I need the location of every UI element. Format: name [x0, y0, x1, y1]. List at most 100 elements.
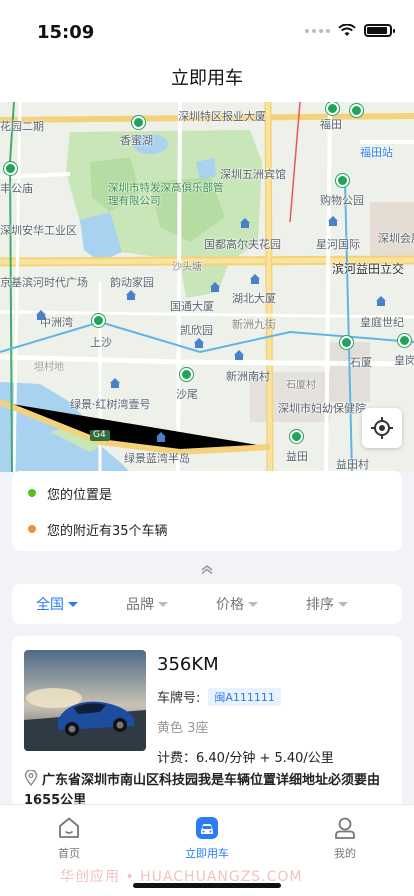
map-label: 石厦 — [350, 356, 372, 369]
chevron-up-icon[interactable] — [200, 564, 214, 574]
poi-icon — [240, 218, 250, 228]
map-label: 益田村 — [336, 458, 369, 471]
metro-station-icon — [336, 174, 349, 187]
location-info-card: 您的位置是 您的附近有35个车辆 — [12, 471, 402, 551]
map-label: 上沙 — [90, 336, 112, 349]
orange-dot-icon — [28, 525, 36, 533]
map-label: 沙尾 — [176, 388, 198, 401]
status-bar: 15:09 — [0, 0, 414, 60]
locate-button[interactable] — [362, 408, 402, 448]
tab-label: 我的 — [334, 847, 356, 860]
location-row: 您的位置是 — [28, 485, 402, 503]
map-label: 深圳五洲宾馆 — [220, 168, 286, 181]
map-label: 香蜜湖 — [120, 134, 153, 147]
filter-label: 全国 — [36, 597, 64, 613]
car-image — [24, 650, 146, 751]
car-address-text: 广东省深圳市南山区科技园我是车辆位置详细地址必须要由1655公里 — [24, 773, 381, 808]
map-label: 皇岗 — [394, 354, 414, 367]
map-label: 深圳市特发深高俱乐部管理有限公司 — [108, 182, 224, 207]
poi-icon — [156, 432, 166, 442]
filter-label: 品牌 — [126, 597, 154, 613]
highway-shield: G4 — [93, 430, 106, 440]
map-label: 购物公园 — [320, 194, 364, 207]
filter-price[interactable]: 价格 — [192, 594, 282, 614]
home-indicator — [133, 883, 281, 888]
caret-down-icon — [158, 601, 168, 607]
home-icon — [59, 817, 79, 838]
filter-bar: 全国 品牌 价格 排序 — [12, 584, 402, 624]
map-label: 石厦村 — [286, 380, 316, 391]
map-label: 深圳安华工业区 — [0, 224, 77, 237]
car-info: 356KM 车牌号: 闽A111111 黄色 3座 计费：6.40/分钟 + 5… — [157, 654, 334, 766]
nearby-count-label: 您的附近有35个车辆 — [47, 523, 168, 539]
poi-icon — [194, 338, 204, 348]
tab-home[interactable]: 首页 — [29, 815, 109, 861]
metro-station-icon — [180, 368, 193, 381]
page-title: 立即用车 — [171, 68, 243, 89]
metro-station-icon — [290, 430, 303, 443]
status-time: 15:09 — [37, 22, 95, 43]
green-dot-icon — [28, 489, 36, 497]
poi-icon — [376, 296, 386, 306]
filter-label: 价格 — [216, 597, 244, 613]
filter-sort[interactable]: 排序 — [282, 594, 372, 614]
map-label: 新洲九街 — [232, 318, 276, 331]
location-pin-icon — [24, 770, 38, 786]
map-label: 韵动家园 — [110, 276, 154, 289]
nav-bar: 立即用车 — [0, 60, 414, 102]
map-label: 星河国际 — [316, 238, 360, 251]
map-label: 绿景蓝湾半岛 — [124, 452, 190, 465]
map-label: 益田 — [286, 450, 308, 463]
car-spec: 黄色 3座 — [157, 721, 209, 736]
car-icon — [196, 817, 218, 839]
map-label: 深圳会展 — [378, 232, 414, 245]
location-label: 您的位置是 — [47, 487, 113, 503]
map-label: 凯欣园 — [180, 324, 213, 337]
caret-down-icon — [68, 601, 78, 607]
map-label: 深圳市妇幼保健院 — [278, 402, 366, 415]
map-label: 滨河益田立交 — [332, 262, 405, 276]
metro-station-icon — [340, 336, 353, 349]
map-label: 京基滨河时代广场 — [0, 276, 88, 289]
map-label: 新洲南村 — [226, 370, 270, 383]
poi-icon — [234, 350, 244, 360]
map-label: 皇庭世纪 — [360, 316, 404, 329]
car-price: 计费：6.40/分钟 + 5.40/公里 — [157, 751, 334, 766]
plate-label: 车牌号: — [157, 691, 201, 706]
map-label: 深圳特区报业大厦 — [178, 110, 266, 123]
user-icon — [335, 817, 355, 839]
map-label: 福田站 — [360, 146, 393, 159]
tab-rent[interactable]: 立即用车 — [167, 815, 247, 861]
metro-station-icon — [326, 102, 339, 115]
tab-label: 立即用车 — [185, 847, 229, 860]
map-label: 绿景·红树湾壹号 — [70, 398, 151, 411]
metro-station-icon — [92, 314, 105, 327]
map-view[interactable]: 花园二期 香蜜湖 深圳特区报业大厦 福田 福田站 丰公庙 深圳市特发深高俱乐部管… — [0, 102, 414, 472]
filter-brand[interactable]: 品牌 — [102, 594, 192, 614]
car-plate-row: 车牌号: 闽A111111 — [157, 687, 334, 706]
caret-down-icon — [338, 601, 348, 607]
map-label: 国通大厦 — [170, 300, 214, 313]
filter-region[interactable]: 全国 — [12, 594, 102, 614]
map-label: 沙头塘 — [172, 262, 202, 273]
metro-station-icon — [4, 162, 17, 175]
crosshair-icon — [371, 417, 393, 439]
map-label: 国都高尔夫花园 — [204, 238, 281, 251]
poi-icon — [126, 290, 136, 300]
plate-badge: 闽A111111 — [208, 687, 281, 706]
wifi-icon — [338, 24, 356, 36]
map-label: 花园二期 — [0, 120, 44, 133]
battery-icon — [364, 24, 395, 37]
caret-down-icon — [248, 601, 258, 607]
poi-icon — [328, 216, 338, 226]
map-label: 福田 — [320, 118, 342, 131]
map-label: 坦村地 — [34, 362, 64, 373]
poi-icon — [36, 310, 46, 320]
map-label: 湖北大厦 — [232, 292, 276, 305]
poi-icon — [110, 378, 120, 388]
metro-station-icon — [132, 116, 145, 129]
metro-station-icon — [398, 334, 411, 347]
tab-mine[interactable]: 我的 — [305, 815, 385, 861]
poi-icon — [210, 282, 220, 292]
car-list-item[interactable]: 356KM 车牌号: 闽A111111 黄色 3座 计费：6.40/分钟 + 5… — [12, 636, 402, 816]
